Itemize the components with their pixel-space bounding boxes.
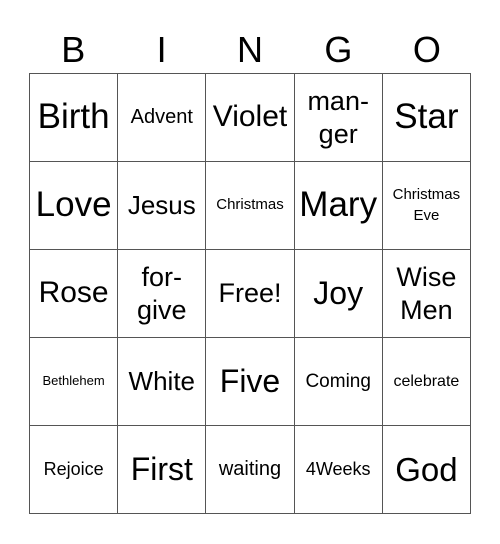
bingo-cell[interactable]: Advent (118, 74, 207, 162)
header-letter-o: O (412, 29, 441, 70)
bingo-cell[interactable]: Bethlehem (30, 338, 119, 426)
bingo-cell[interactable]: Rejoice (30, 426, 119, 514)
bingo-cell[interactable]: waiting (206, 426, 295, 514)
bingo-cell[interactable]: man- ger (294, 74, 383, 162)
bingo-cell[interactable]: Violet (206, 74, 295, 162)
bingo-cell[interactable]: Coming (294, 338, 383, 426)
bingo-cell[interactable]: Wise Men (382, 250, 471, 338)
bingo-grid: Birth Advent Violet man- ger Star Love J… (29, 73, 471, 514)
bingo-cell[interactable]: Free! (206, 250, 295, 338)
bingo-cell[interactable]: celebrate (382, 338, 471, 426)
bingo-cell[interactable]: First (118, 426, 207, 514)
bingo-cell[interactable]: 4Weeks (294, 426, 383, 514)
bingo-cell[interactable]: God (382, 426, 471, 514)
bingo-header: B I N G O (29, 27, 471, 73)
header-letter-b: B (61, 29, 86, 70)
bingo-cell[interactable]: Rose (30, 250, 119, 338)
bingo-cell[interactable]: Birth (30, 74, 119, 162)
bingo-cell[interactable]: White (118, 338, 207, 426)
header-letter-g: G (324, 29, 353, 70)
bingo-cell[interactable]: Five (206, 338, 295, 426)
bingo-cell[interactable]: Christmas Eve (382, 162, 471, 250)
bingo-cell[interactable]: Mary (294, 162, 383, 250)
bingo-cell[interactable]: for- give (118, 250, 207, 338)
bingo-cell[interactable]: Love (30, 162, 119, 250)
bingo-cell[interactable]: Joy (294, 250, 383, 338)
header-letter-i: I (156, 29, 167, 70)
bingo-cell[interactable]: Jesus (118, 162, 207, 250)
bingo-cell[interactable]: Star (382, 74, 471, 162)
header-letter-n: N (237, 29, 264, 70)
bingo-cell[interactable]: Christmas (206, 162, 295, 250)
